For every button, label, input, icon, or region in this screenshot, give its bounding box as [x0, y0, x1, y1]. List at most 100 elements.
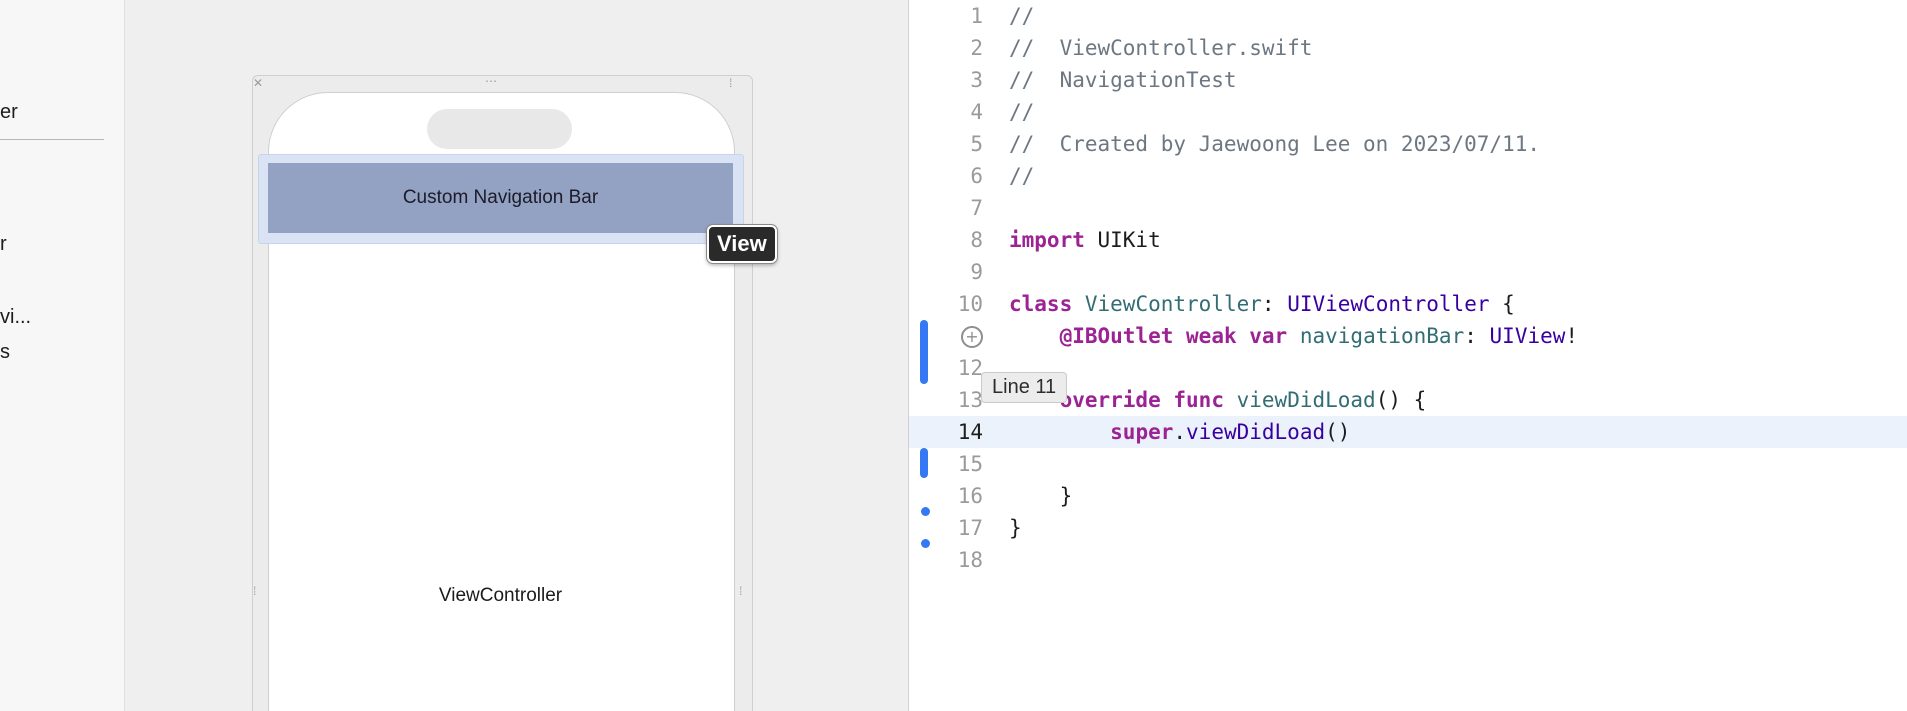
line-number: 18 — [957, 548, 983, 572]
line-number-tooltip: Line 11 — [981, 372, 1068, 403]
storyboard-canvas[interactable]: ✕ ⋯ ⁞ ⁞ ⁞ Custom Navigation Bar ViewCont… — [125, 0, 908, 711]
code-text: super.viewDidLoad() — [1009, 416, 1350, 448]
code-token: // NavigationTest — [1009, 68, 1237, 92]
selection-tooltip: View — [707, 225, 777, 263]
line-number: 7 — [970, 196, 983, 220]
code-text: // — [1009, 0, 1034, 32]
code-line[interactable]: 2 // ViewController.swift — [909, 32, 1907, 64]
code-token: var — [1249, 324, 1288, 348]
code-token: { — [1489, 292, 1515, 316]
line-number: 1 — [970, 4, 983, 28]
outline-item[interactable]: vi... — [0, 306, 31, 329]
document-outline-pane: er r vi... s — [0, 0, 125, 711]
change-indicator[interactable] — [920, 448, 928, 478]
code-token: } — [1009, 484, 1073, 508]
code-text: @IBOutlet weak var navigationBar: UIView… — [1009, 320, 1578, 352]
code-token: : — [1464, 324, 1490, 348]
code-line[interactable]: 8 import UIKit — [909, 224, 1907, 256]
code-text: class ViewController: UIViewController { — [1009, 288, 1515, 320]
code-token: func — [1173, 388, 1224, 412]
code-token: navigationBar — [1299, 324, 1465, 348]
line-number: 14 — [957, 420, 983, 444]
code-text: // — [1009, 96, 1034, 128]
code-token: () — [1325, 420, 1351, 444]
line-number: 10 — [957, 292, 983, 316]
code-token: UIViewController — [1287, 292, 1490, 316]
code-line[interactable]: 15 — [909, 448, 1907, 480]
close-scene-icon[interactable]: ✕ — [253, 77, 263, 89]
plus-circle-icon[interactable]: + — [961, 326, 983, 348]
outline-item[interactable]: er — [0, 101, 18, 124]
line-number: 6 — [970, 164, 983, 188]
code-text: import UIKit — [1009, 224, 1161, 256]
outline-item[interactable]: s — [0, 341, 10, 364]
code-token: override — [1059, 388, 1161, 412]
code-token: () { — [1375, 388, 1427, 412]
code-text: } — [1009, 480, 1073, 512]
code-line[interactable]: 10 class ViewController: UIViewController… — [909, 288, 1907, 320]
change-indicator[interactable] — [921, 507, 930, 516]
code-text: override func viewDidLoad() { — [1009, 384, 1427, 416]
code-token: // — [1009, 164, 1035, 188]
outline-item[interactable]: r — [0, 233, 7, 256]
resize-handle-icon[interactable]: ⁞ — [739, 585, 742, 597]
line-number: 9 — [970, 260, 983, 284]
code-line[interactable]: 5 // Created by Jaewoong Lee on 2023/07/1… — [909, 128, 1907, 160]
line-number: 5 — [970, 132, 983, 156]
code-line[interactable]: 17} — [909, 512, 1907, 544]
code-line[interactable]: 6 // — [909, 160, 1907, 192]
code-token: : — [1261, 292, 1288, 316]
code-token: class — [1009, 292, 1073, 316]
line-number: 3 — [970, 68, 983, 92]
code-text: } — [1009, 512, 1022, 544]
code-token: UIKit — [1084, 228, 1161, 252]
code-token: UIView — [1489, 324, 1566, 348]
code-token: super — [1110, 420, 1174, 444]
resize-handle-icon[interactable]: ⁞ — [253, 585, 256, 597]
code-text: // ViewController.swift — [1009, 32, 1312, 64]
line-number: 4 — [970, 100, 983, 124]
code-token: @IBOutlet — [1059, 324, 1174, 348]
code-line[interactable]: 9 — [909, 256, 1907, 288]
code-token: ViewController — [1084, 292, 1262, 316]
code-line[interactable]: 16 } — [909, 480, 1907, 512]
custom-navigation-bar-view[interactable]: Custom Navigation Bar — [268, 163, 733, 233]
code-token: // — [1009, 100, 1035, 124]
outline-divider — [0, 139, 104, 140]
code-token: . — [1173, 420, 1187, 444]
code-line[interactable]: @IBOutlet weak var navigationBar: UIView… — [909, 320, 1907, 352]
code-line[interactable]: 7 — [909, 192, 1907, 224]
line-number: 8 — [970, 228, 983, 252]
code-token: } — [1009, 516, 1022, 540]
resize-handle-icon[interactable]: ⁞ — [729, 77, 732, 89]
code-line[interactable]: 18 — [909, 544, 1907, 576]
code-token: // — [1009, 4, 1035, 28]
line-number: 13 — [957, 388, 983, 412]
change-indicator[interactable] — [921, 539, 930, 548]
code-line[interactable]: 4 // — [909, 96, 1907, 128]
nav-bar-label: Custom Navigation Bar — [402, 187, 599, 208]
line-number: 16 — [957, 484, 983, 508]
code-token: // Created by Jaewoong Lee on 2023/07/11… — [1009, 132, 1541, 156]
code-token: viewDidLoad — [1186, 420, 1326, 444]
code-line[interactable]: 14 super.viewDidLoad() — [909, 416, 1907, 448]
code-text: // Created by Jaewoong Lee on 2023/07/11… — [1009, 128, 1540, 160]
change-indicator[interactable] — [920, 320, 928, 384]
line-number: 17 — [957, 516, 983, 540]
code-editor[interactable]: 1 // 2 // ViewController.swift 3 // Navigatio… — [908, 0, 1907, 711]
code-line[interactable]: 3 // NavigationTest — [909, 64, 1907, 96]
code-text: // NavigationTest — [1009, 64, 1237, 96]
code-text: // — [1009, 160, 1034, 192]
code-line[interactable]: 1 // — [909, 0, 1907, 32]
drag-handle-icon[interactable]: ⋯ — [485, 75, 497, 87]
dynamic-island — [427, 109, 572, 149]
line-number: 2 — [970, 36, 983, 60]
